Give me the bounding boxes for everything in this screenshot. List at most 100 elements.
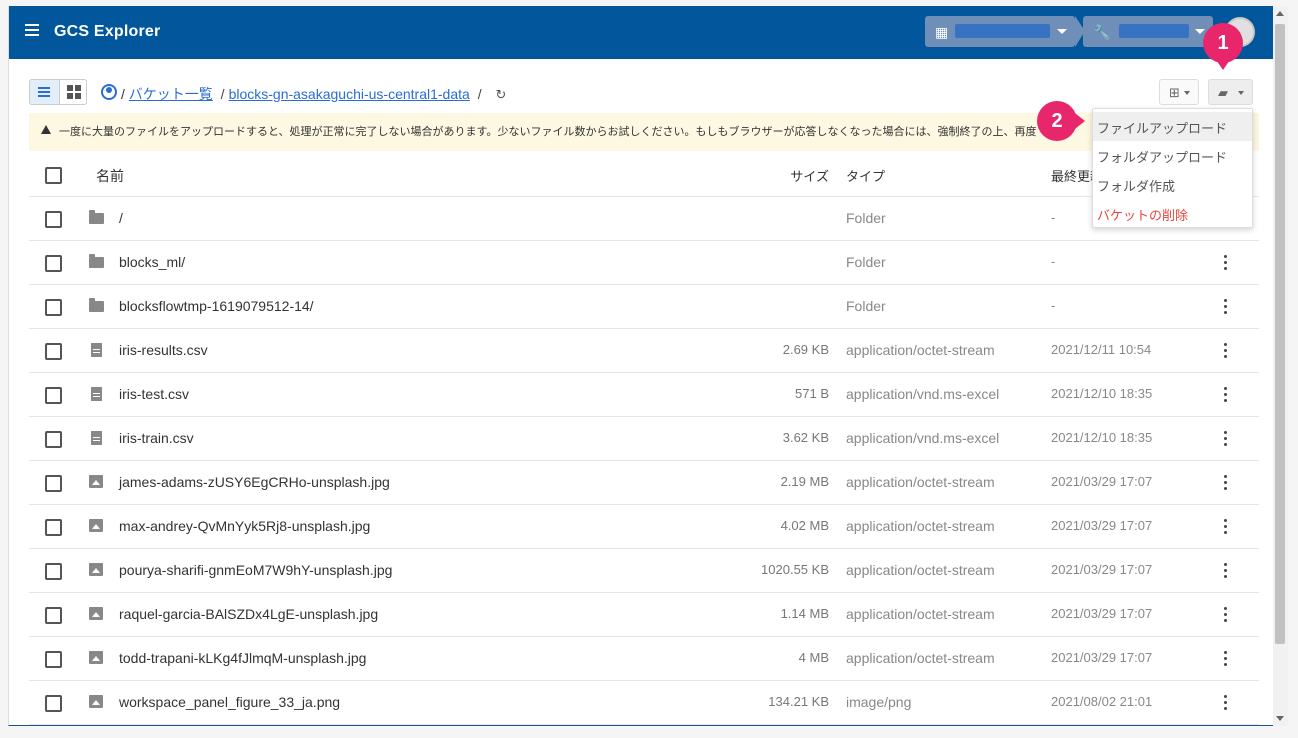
table-row[interactable]: todd-trapani-kLKg4fJlmqM-unsplash.jpg 4 M… xyxy=(29,637,1259,681)
bucket-actions-button[interactable]: ▰ xyxy=(1208,79,1253,105)
view-toggle xyxy=(29,79,87,105)
more-vertical-icon[interactable] xyxy=(1221,343,1231,359)
more-vertical-icon[interactable] xyxy=(1221,255,1231,271)
image-icon xyxy=(89,695,103,708)
file-table: 名前 サイズ タイプ 最終更新 / Folder - blocks_ml/Folder… xyxy=(29,153,1259,725)
folder-icon xyxy=(89,298,104,312)
chevron-down-icon xyxy=(1195,29,1205,34)
row-checkbox[interactable] xyxy=(45,431,62,448)
app-title: GCS Explorer xyxy=(54,23,161,40)
file-modified: 2021/12/10 18:35 xyxy=(1051,386,1153,401)
menu-item[interactable]: フォルダアップロード xyxy=(1093,141,1252,170)
file-type: application/octet-stream xyxy=(846,650,995,666)
hamburger-icon[interactable] xyxy=(25,24,39,36)
more-vertical-icon[interactable] xyxy=(1221,695,1231,711)
toolbar: / バケット一覧 / blocks-gn-asakaguchi-us-centra… xyxy=(29,79,1259,105)
organization-selector[interactable]: ▦ xyxy=(925,16,1075,47)
file-name[interactable]: pourya-sharifi-gnmEoM7W9hY-unsplash.jpg xyxy=(119,562,392,578)
file-type: Folder xyxy=(846,298,886,314)
menu-item[interactable]: フォルダ作成 xyxy=(1093,170,1252,199)
row-checkbox[interactable] xyxy=(45,475,62,492)
breadcrumb-bucket-link[interactable]: blocks-gn-asakaguchi-us-central1-data xyxy=(229,86,470,102)
grid-view-button[interactable] xyxy=(59,80,86,104)
image-icon xyxy=(89,475,103,488)
file-type: application/octet-stream xyxy=(846,606,995,622)
file-name[interactable]: james-adams-zUSY6EgCRHo-unsplash.jpg xyxy=(119,474,390,490)
menu-item[interactable]: バケットの削除 xyxy=(1093,199,1252,228)
row-checkbox[interactable] xyxy=(45,211,62,228)
row-checkbox[interactable] xyxy=(45,387,62,404)
file-name[interactable]: iris-train.csv xyxy=(119,430,194,446)
table-row[interactable]: pourya-sharifi-gnmEoM7W9hY-unsplash.jpg 1… xyxy=(29,549,1259,593)
select-all-checkbox[interactable] xyxy=(45,167,62,184)
scrollbar-thumb[interactable] xyxy=(1275,24,1285,644)
header-size[interactable]: サイズ xyxy=(790,166,829,185)
more-vertical-icon[interactable] xyxy=(1221,475,1231,491)
table-columns-button[interactable]: ⊞ xyxy=(1159,79,1199,105)
table-body: / Folder - blocks_ml/Folder - blocksflowtmp-1… xyxy=(29,197,1259,725)
file-size: 4.02 MB xyxy=(780,518,829,533)
row-checkbox[interactable] xyxy=(45,563,62,580)
file-type: application/octet-stream xyxy=(846,562,995,578)
file-name[interactable]: workspace_panel_figure_33_ja.png xyxy=(119,694,340,710)
file-size: 2.69 KB xyxy=(782,342,829,357)
vertical-scrollbar[interactable] xyxy=(1273,6,1288,726)
scroll-up-icon[interactable] xyxy=(1276,11,1284,16)
more-vertical-icon[interactable] xyxy=(1221,519,1231,535)
row-checkbox[interactable] xyxy=(45,343,62,360)
file-name[interactable]: blocksflowtmp-1619079512-14/ xyxy=(119,298,314,314)
table-row[interactable]: max-andrey-QvMnYyk5Rj8-unsplash.jpg 4.02 … xyxy=(29,505,1259,549)
row-checkbox[interactable] xyxy=(45,255,62,272)
image-icon xyxy=(89,651,103,664)
file-size: 4 MB xyxy=(798,650,829,665)
list-view-button[interactable] xyxy=(30,80,59,104)
more-vertical-icon[interactable] xyxy=(1221,299,1231,315)
row-checkbox[interactable] xyxy=(45,519,62,536)
row-checkbox[interactable] xyxy=(45,299,62,316)
file-name[interactable]: raquel-garcia-BAlSZDx4LgE-unsplash.jpg xyxy=(119,606,378,622)
chevron-down-icon xyxy=(1184,91,1190,95)
more-vertical-icon[interactable] xyxy=(1221,651,1231,667)
file-size: 571 B xyxy=(795,386,829,401)
breadcrumb: / バケット一覧 / blocks-gn-asakaguchi-us-centra… xyxy=(121,84,506,104)
table-row[interactable]: iris-test.csv 571 B application/vnd.ms-exc… xyxy=(29,373,1259,417)
file-name[interactable]: iris-results.csv xyxy=(119,342,208,358)
file-type: application/octet-stream xyxy=(846,518,995,534)
table-row[interactable]: blocks_ml/Folder - xyxy=(29,241,1259,285)
table-row[interactable]: iris-train.csv 3.62 KB application/vnd.ms-… xyxy=(29,417,1259,461)
more-vertical-icon[interactable] xyxy=(1221,563,1231,579)
table-row[interactable]: iris-results.csv 2.69 KB application/octet… xyxy=(29,329,1259,373)
project-name-redacted xyxy=(1119,24,1189,38)
scroll-down-icon[interactable] xyxy=(1276,716,1284,721)
file-type: application/vnd.ms-excel xyxy=(846,386,1000,402)
refresh-icon[interactable]: ↻ xyxy=(495,87,506,103)
breadcrumb-buckets-link[interactable]: バケット一覧 xyxy=(129,86,213,102)
file-name[interactable]: blocks_ml/ xyxy=(119,254,185,270)
row-checkbox[interactable] xyxy=(45,695,62,712)
table-row[interactable]: workspace_panel_figure_33_ja.png 134.21 K… xyxy=(29,681,1259,725)
row-checkbox[interactable] xyxy=(45,651,62,668)
file-name[interactable]: / xyxy=(119,210,123,226)
chevron-down-icon xyxy=(1238,91,1244,95)
table-row[interactable]: james-adams-zUSY6EgCRHo-unsplash.jpg 2.19… xyxy=(29,461,1259,505)
organization-name-redacted xyxy=(955,24,1050,38)
file-modified: - xyxy=(1051,298,1056,313)
table-row[interactable]: / Folder - xyxy=(29,197,1259,241)
table-row[interactable]: blocksflowtmp-1619079512-14/Folder - xyxy=(29,285,1259,329)
wrench-icon: 🔧 xyxy=(1093,24,1111,40)
more-vertical-icon[interactable] xyxy=(1221,607,1231,623)
table-row[interactable]: raquel-garcia-BAlSZDx4LgE-unsplash.jpg 1.… xyxy=(29,593,1259,637)
more-vertical-icon[interactable] xyxy=(1221,387,1231,403)
bucket-actions-menu: ファイルアップロード フォルダアップロード フォルダ作成 バケットの削除 xyxy=(1092,108,1253,228)
file-name[interactable]: todd-trapani-kLKg4fJlmqM-unsplash.jpg xyxy=(119,650,366,666)
file-name[interactable]: iris-test.csv xyxy=(119,386,189,402)
image-icon xyxy=(89,607,103,620)
header-name[interactable]: 名前 xyxy=(96,166,124,186)
project-selector[interactable]: 🔧 xyxy=(1083,16,1213,47)
more-vertical-icon[interactable] xyxy=(1221,431,1231,447)
menu-item[interactable]: ファイルアップロード xyxy=(1093,112,1252,141)
breadcrumb-separator: / xyxy=(220,86,225,102)
row-checkbox[interactable] xyxy=(45,607,62,624)
file-name[interactable]: max-andrey-QvMnYyk5Rj8-unsplash.jpg xyxy=(119,518,370,534)
header-type[interactable]: タイプ xyxy=(846,166,885,185)
